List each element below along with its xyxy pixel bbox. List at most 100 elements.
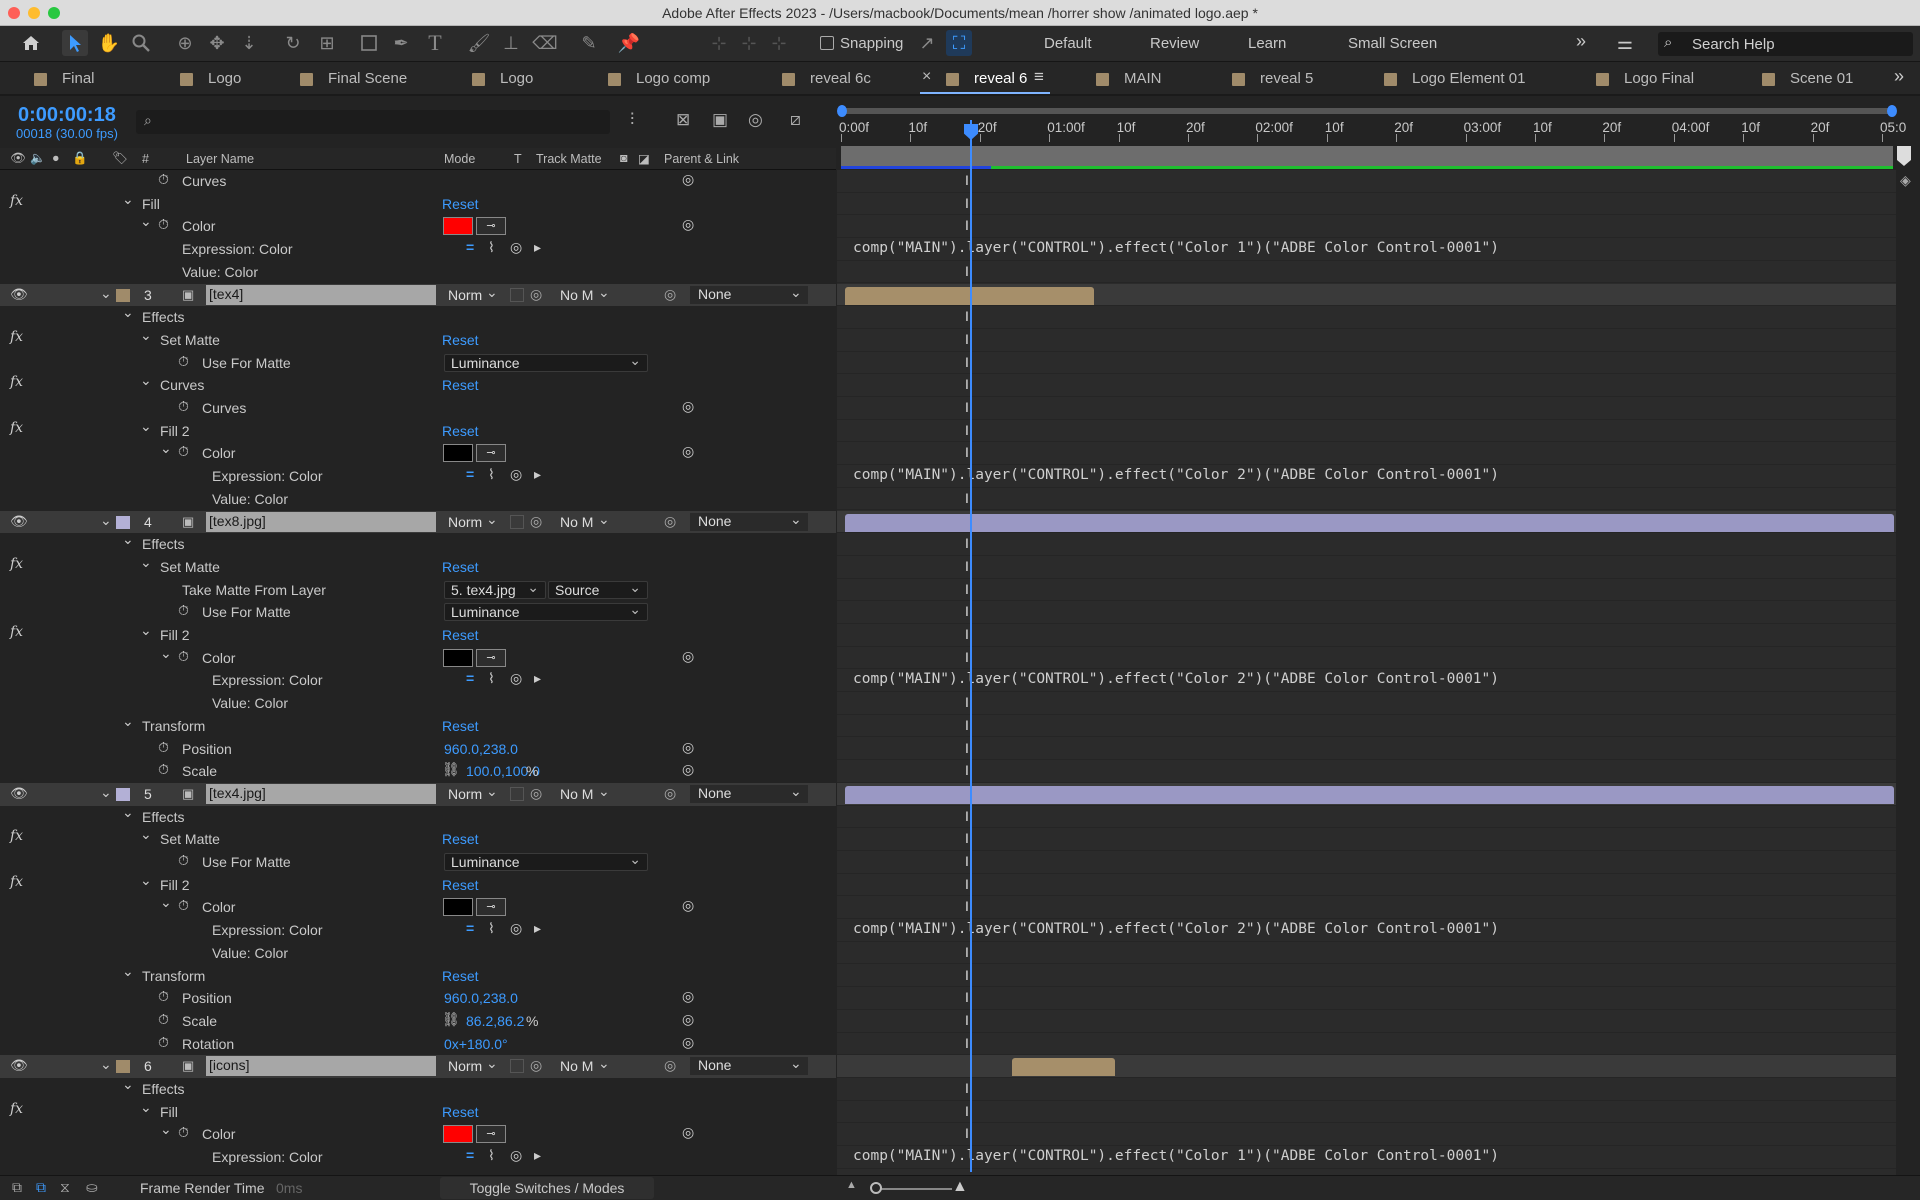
property-value[interactable]: 960.0,238.0 [444,741,518,757]
workspace-default[interactable]: Default [1044,35,1092,52]
reset-link[interactable]: Reset [442,1104,479,1120]
expression-spiral-icon[interactable]: ◎ [682,648,694,665]
tab-comp[interactable]: reveal 6 [974,70,1027,87]
twirl-down-icon[interactable]: ⌄ [140,554,152,571]
rotation-tool-icon[interactable]: ↻ [280,30,306,56]
twirl-down-icon[interactable]: ⌄ [122,531,134,548]
twirl-down-icon[interactable]: ⌄ [160,440,172,457]
color-swatch[interactable] [443,1125,473,1144]
expression-pickwhip-icon[interactable]: ◎ [510,239,522,256]
pan-camera-icon[interactable]: ✥ [204,30,230,56]
dolly-camera-icon[interactable]: ⇣ [236,30,262,56]
reset-link[interactable]: Reset [442,627,479,643]
expression-graph-icon[interactable]: ⌇ [488,920,495,937]
anchor-point-tool-icon[interactable]: ⊞ [314,30,340,56]
layer-name-field[interactable]: [icons] [206,1056,436,1077]
expression-spiral-icon[interactable]: ◎ [682,1034,694,1051]
matte-link-icon[interactable]: ◎ [530,286,542,303]
tab-comp[interactable]: Final Scene [328,70,407,87]
stopwatch-icon[interactable]: ⏱ [178,443,189,460]
constrain-link-icon[interactable]: ⛓ [442,1011,460,1028]
expression-spiral-icon[interactable]: ◎ [682,216,694,233]
eye-icon[interactable]: 👁 [10,1057,28,1074]
tab-comp[interactable]: Logo comp [636,70,710,87]
color-swatch[interactable] [443,648,473,667]
layer-duration-bar[interactable] [845,513,1894,532]
eraser-tool-icon[interactable]: ⌫ [532,30,558,56]
twirl-down-icon[interactable]: ⌄ [122,713,134,730]
time-ruler[interactable]: 0:00f 10f 20f 01:00f 10f 20f 02:00f 10f 20f 03:00… [837,100,1911,170]
fx-toggle-icon[interactable]: fx [10,374,23,390]
zoom-slider-handle[interactable] [870,1182,882,1194]
mode-dropdown[interactable]: Norm [448,287,482,303]
expression-enable-icon[interactable]: = [466,239,474,255]
eyedropper-icon[interactable]: ⊸ [476,898,506,917]
stopwatch-icon[interactable]: ⏱ [178,398,189,415]
preserve-transparency-box[interactable] [510,786,524,801]
axis-view-icon[interactable]: ⊹ [766,30,792,56]
fx-toggle-icon[interactable]: fx [10,874,23,890]
tab-comp[interactable]: Final [62,70,95,87]
expression-graph-icon[interactable]: ⌇ [488,466,495,483]
stopwatch-icon[interactable]: ⏱ [158,761,169,778]
timeline-scrollbar[interactable]: ◈ [1896,170,1920,1175]
expression-text[interactable]: comp("MAIN").layer("CONTROL").effect("Co… [853,671,1499,687]
layer-label-color[interactable] [116,515,130,529]
zoom-in-icon[interactable]: ▲ [952,1178,968,1196]
expression-language-menu-icon[interactable]: ▸ [534,920,541,937]
eyedropper-icon[interactable]: ⊸ [476,648,506,667]
pick-whip-icon[interactable]: ◎ [664,286,676,303]
zoom-slider[interactable] [872,1188,952,1190]
tab-comp[interactable]: reveal 6c [810,70,871,87]
expression-text[interactable]: comp("MAIN").layer("CONTROL").effect("Co… [853,1148,1499,1164]
hand-tool-icon[interactable]: ✋ [96,30,122,56]
layer-label-color[interactable] [116,1060,130,1074]
pick-whip-icon[interactable]: ◎ [664,1057,676,1074]
reset-link[interactable]: Reset [442,877,479,893]
fx-toggle-icon[interactable]: fx [10,1101,23,1117]
layer-label-color[interactable] [116,787,130,801]
fx-toggle-icon[interactable]: fx [10,624,23,640]
tab-comp[interactable]: reveal 5 [1260,70,1313,87]
matte-link-icon[interactable]: ◎ [530,1057,542,1074]
expression-graph-icon[interactable]: ⌇ [488,239,495,256]
stopwatch-icon[interactable]: ⏱ [158,988,169,1005]
expression-text[interactable]: comp("MAIN").layer("CONTROL").effect("Co… [853,240,1499,256]
expression-spiral-icon[interactable]: ◎ [682,897,694,914]
mode-dropdown[interactable]: Norm [448,1058,482,1074]
twirl-down-icon[interactable]: ⌄ [140,372,152,389]
toggle-transfer-icon[interactable]: ⧉ [36,1179,46,1196]
rectangle-tool-icon[interactable] [356,30,382,56]
snapping-checkbox[interactable] [820,36,834,50]
stopwatch-icon[interactable]: ⏱ [178,897,189,914]
expression-language-menu-icon[interactable]: ▸ [534,239,541,256]
reset-link[interactable]: Reset [442,718,479,734]
axis-world-icon[interactable]: ⊹ [736,30,762,56]
work-area-start-handle[interactable] [837,105,847,117]
fx-toggle-icon[interactable]: fx [10,556,23,572]
property-dropdown[interactable]: Luminance [444,352,648,372]
property-value[interactable]: 960.0,238.0 [444,990,518,1006]
matte-link-icon[interactable]: ◎ [530,785,542,802]
twirl-down-icon[interactable]: ⌄ [140,622,152,639]
pick-whip-icon[interactable]: ◎ [664,785,676,802]
current-time-indicator[interactable] [970,120,972,1172]
search-help-box[interactable]: ⌕ Search Help [1658,32,1913,56]
more-workspaces-icon[interactable]: » [1576,31,1586,52]
property-value[interactable]: 0x+180.0° [444,1036,508,1052]
expression-spiral-icon[interactable]: ◎ [682,761,694,778]
twirl-down-icon[interactable]: ⌄ [100,784,112,801]
timeline-track-area[interactable]: I I Icomp("MAIN").layer("CONTROL").effect(… [837,170,1900,1175]
reset-link[interactable]: Reset [442,196,479,212]
comp-marker-bin-icon[interactable]: ◈ [1900,172,1911,189]
toggle-layer-icon[interactable]: ⧉ [12,1179,22,1196]
stopwatch-icon[interactable]: ⏱ [158,1034,169,1051]
expression-pickwhip-icon[interactable]: ◎ [510,1147,522,1164]
twirl-down-icon[interactable]: ⌄ [160,645,172,662]
track-matte-dropdown[interactable]: No M [560,514,593,530]
workspace-review[interactable]: Review [1150,35,1199,52]
twirl-down-icon[interactable]: ⌄ [140,213,152,230]
tab-comp[interactable]: Logo Final [1624,70,1694,87]
property-dropdown[interactable]: Luminance [444,851,648,871]
eye-icon[interactable]: 👁 [10,513,28,530]
